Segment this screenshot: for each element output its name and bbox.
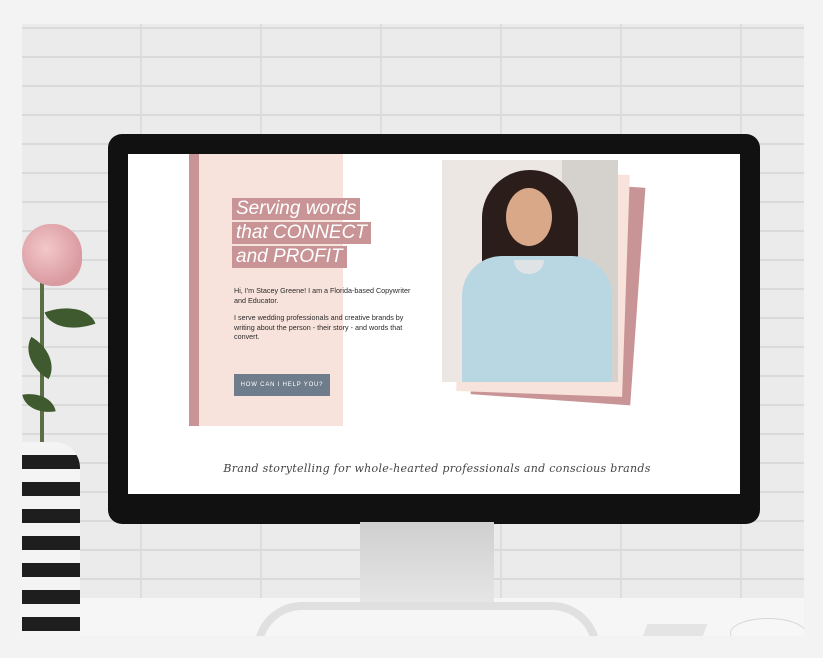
headline-line: Serving words	[232, 198, 361, 220]
headline-line: and PROFIT	[232, 246, 347, 268]
monitor: Serving words that CONNECT and PROFIT Hi…	[108, 134, 760, 524]
hero-intro: Hi, I'm Stacey Greene! I am a Florida-ba…	[234, 286, 424, 350]
intro-paragraph: Hi, I'm Stacey Greene! I am a Florida-ba…	[234, 286, 411, 305]
how-can-i-help-button[interactable]: HOW CAN I HELP YOU?	[234, 374, 330, 396]
monitor-stand-neck	[360, 522, 494, 604]
website-screen: Serving words that CONNECT and PROFIT Hi…	[128, 154, 740, 494]
striped-vase	[22, 442, 80, 636]
brand-tagline: Brand storytelling for whole-hearted pro…	[223, 462, 651, 475]
mockup-photo: Serving words that CONNECT and PROFIT Hi…	[22, 24, 804, 636]
monitor-stand-base	[254, 602, 600, 636]
keyboard-corner	[640, 624, 708, 636]
hero-accent-stripe	[189, 154, 199, 426]
portrait-photo	[442, 160, 618, 382]
rose-flower	[22, 224, 82, 286]
intro-paragraph: I serve wedding professionals and creati…	[234, 313, 404, 341]
portrait-face	[506, 188, 552, 246]
headline-line: that CONNECT	[232, 222, 371, 244]
portrait-blouse	[462, 256, 612, 382]
hero-headline: Serving words that CONNECT and PROFIT	[232, 198, 432, 270]
